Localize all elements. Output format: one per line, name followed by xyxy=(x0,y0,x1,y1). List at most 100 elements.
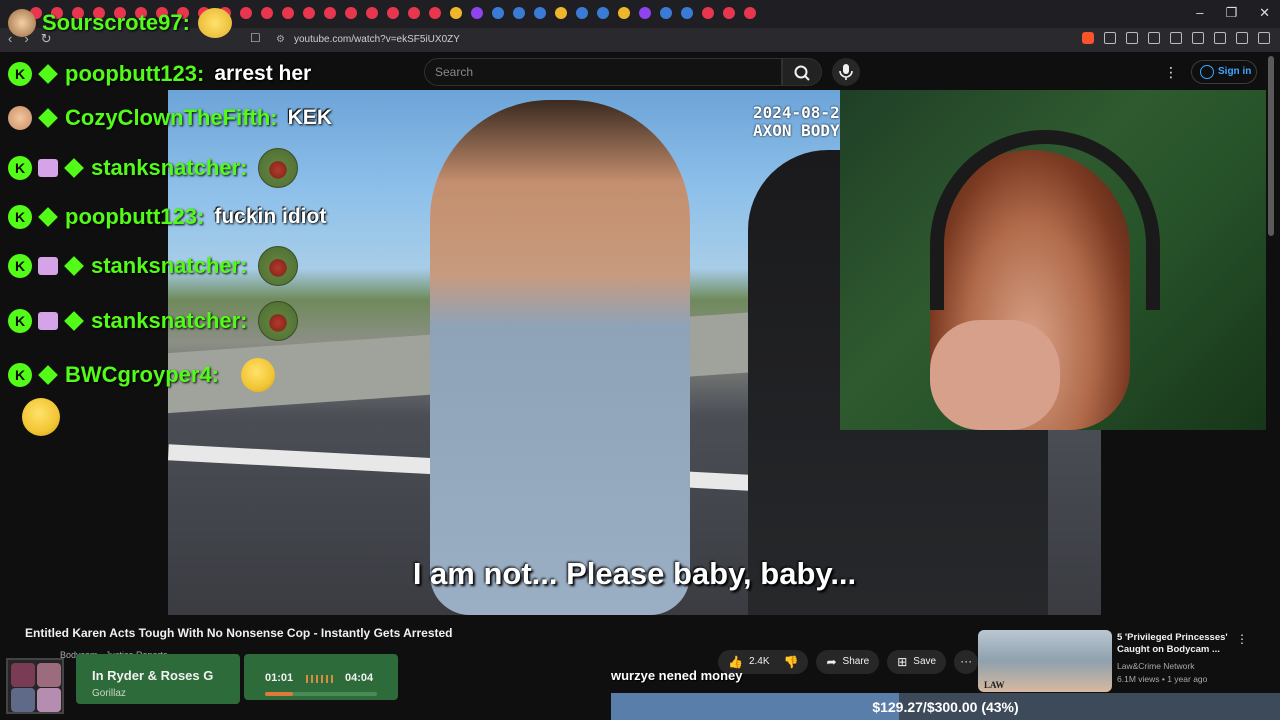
extension-icon[interactable] xyxy=(1126,32,1138,44)
donation-goal-bar: $129.27/$300.00 (43%) xyxy=(611,693,1280,720)
account-icon xyxy=(1200,65,1214,79)
diamond-badge-icon xyxy=(63,310,85,332)
tab-icon[interactable] xyxy=(618,7,630,19)
tab-icon[interactable] xyxy=(576,7,588,19)
url-field[interactable]: ⚙ youtube.com/watch?v=ekSF5iUX0ZY xyxy=(270,31,890,49)
music-icon[interactable] xyxy=(1148,32,1160,44)
tab-icon[interactable] xyxy=(492,7,504,19)
diamond-badge-icon xyxy=(63,157,85,179)
gift-badge-icon xyxy=(38,257,58,275)
screen: – ❐ ✕ ‹ › ↻ ☐ ⚙ youtube.com/watch?v=ekSF… xyxy=(0,0,1280,720)
grimace-emote-icon xyxy=(241,358,276,392)
tab-icon[interactable] xyxy=(366,7,378,19)
recommended-menu-icon[interactable]: ⋮ xyxy=(1236,632,1248,646)
chat-username: poopbutt123: xyxy=(65,61,205,86)
tab-icon[interactable] xyxy=(408,7,420,19)
tab-icon[interactable] xyxy=(387,7,399,19)
tab-icon[interactable] xyxy=(345,7,357,19)
song-title: In Ryder & Roses G xyxy=(92,668,214,683)
thumbs-down-icon[interactable]: 👎 xyxy=(784,650,799,674)
page-scrollbar[interactable] xyxy=(1268,56,1274,236)
tab-icon[interactable] xyxy=(282,7,294,19)
tab-icon[interactable] xyxy=(303,7,315,19)
album-tile xyxy=(37,688,61,712)
chat-username: BWCgroyper4: xyxy=(65,362,220,387)
sunglasses-emote-icon xyxy=(197,8,232,38)
chat-username: poopbutt123: xyxy=(65,204,205,229)
chat-overlay: K poopbutt123: arrest her CozyClownTheFi… xyxy=(0,56,400,456)
chat-pinned-user: Sourscrote97: xyxy=(8,8,232,38)
frog-emote-icon xyxy=(257,148,298,188)
song-elapsed: 01:01 xyxy=(265,672,294,684)
share-button[interactable]: ➦ Share xyxy=(816,650,880,674)
donation-goal-label: $129.27/$300.00 (43%) xyxy=(872,699,1019,715)
search-input[interactable]: Search xyxy=(424,58,782,86)
recommended-video[interactable]: LAW 5 'Privileged Princesses' Caught on … xyxy=(978,630,1270,692)
save-button[interactable]: ⊞ Save xyxy=(887,650,947,674)
gift-badge-icon xyxy=(38,312,58,330)
video-subtitle: I am not... Please baby, baby... xyxy=(412,556,857,591)
menu-icon[interactable] xyxy=(1258,32,1270,44)
close-button[interactable]: ✕ xyxy=(1259,5,1270,21)
maximize-button[interactable]: ❐ xyxy=(1225,5,1237,21)
tab-icon[interactable] xyxy=(534,7,546,19)
tab-icon[interactable] xyxy=(513,7,525,19)
tab-icon[interactable] xyxy=(723,7,735,19)
now-playing-widget: In Ryder & Roses G Gorillaz 01:01 04:04 xyxy=(0,654,400,720)
chat-text: arrest her xyxy=(214,62,312,85)
search-button[interactable] xyxy=(782,58,822,86)
recommended-title[interactable]: 5 'Privileged Princesses' Caught on Body… xyxy=(1117,632,1242,656)
brave-shield-icon[interactable] xyxy=(1082,32,1094,44)
tab-icon[interactable] xyxy=(324,7,336,19)
download-icon[interactable] xyxy=(1214,32,1226,44)
tab-icon[interactable] xyxy=(597,7,609,19)
settings-menu-icon[interactable]: ⋮ xyxy=(1164,64,1178,81)
recommended-channel[interactable]: Law&Crime Network xyxy=(1117,661,1194,671)
tab-icon[interactable] xyxy=(450,7,462,19)
more-actions-icon[interactable]: ··· xyxy=(954,650,979,674)
sidebar-icon[interactable] xyxy=(1170,32,1182,44)
chat-message: K poopbutt123: fuckin idiot xyxy=(8,204,326,230)
grimace-emote-icon xyxy=(22,398,60,436)
tab-icon[interactable] xyxy=(471,7,483,19)
tab-icon[interactable] xyxy=(744,7,756,19)
recommended-thumbnail[interactable]: LAW xyxy=(978,630,1112,692)
song-timer: 01:01 04:04 xyxy=(244,654,398,700)
site-info-icon[interactable]: ⚙ xyxy=(276,31,285,49)
tab-icon[interactable] xyxy=(660,7,672,19)
extension-icons xyxy=(1082,32,1270,44)
voice-search-button[interactable] xyxy=(832,58,860,86)
kick-badge-icon: K xyxy=(8,363,32,387)
chat-message: K stanksnatcher: xyxy=(8,301,298,341)
sign-in-label: Sign in xyxy=(1218,66,1252,77)
tab-icon[interactable] xyxy=(429,7,441,19)
wallet-icon[interactable] xyxy=(1192,32,1204,44)
chat-message: K stanksnatcher: xyxy=(8,148,298,188)
chat-text: fuckin idiot xyxy=(214,205,327,228)
overlay-caption: wurzye nened money xyxy=(611,668,743,683)
tab-icon[interactable] xyxy=(639,7,651,19)
chat-text: KEK xyxy=(287,106,332,129)
tab-icon[interactable] xyxy=(261,7,273,19)
streamer-hand xyxy=(930,320,1060,430)
extension-icon[interactable] xyxy=(1104,32,1116,44)
chat-message: K BWCgroyper4: xyxy=(8,358,276,392)
video-actions: 👍 2.4K 👎 ➦ Share ⊞ Save ··· xyxy=(718,650,979,674)
save-icon: ⊞ xyxy=(897,655,908,669)
kick-badge-icon: K xyxy=(8,156,32,180)
kick-badge-icon: K xyxy=(8,309,32,333)
tab-icon[interactable] xyxy=(555,7,567,19)
frog-emote-icon xyxy=(257,246,298,286)
tab-icon[interactable] xyxy=(240,7,252,19)
sign-in-button[interactable]: Sign in xyxy=(1191,60,1257,84)
bookmark-icon[interactable]: ☐ xyxy=(250,31,261,45)
minimize-button[interactable]: – xyxy=(1196,5,1203,21)
save-label: Save xyxy=(913,656,937,667)
tab-icon[interactable] xyxy=(702,7,714,19)
chat-message: K poopbutt123: arrest her xyxy=(8,61,311,87)
tab-icon[interactable] xyxy=(681,7,693,19)
equalizer-icon xyxy=(306,675,336,683)
woman-figure xyxy=(430,100,690,615)
shield-icon[interactable] xyxy=(1236,32,1248,44)
kick-badge-icon: K xyxy=(8,254,32,278)
